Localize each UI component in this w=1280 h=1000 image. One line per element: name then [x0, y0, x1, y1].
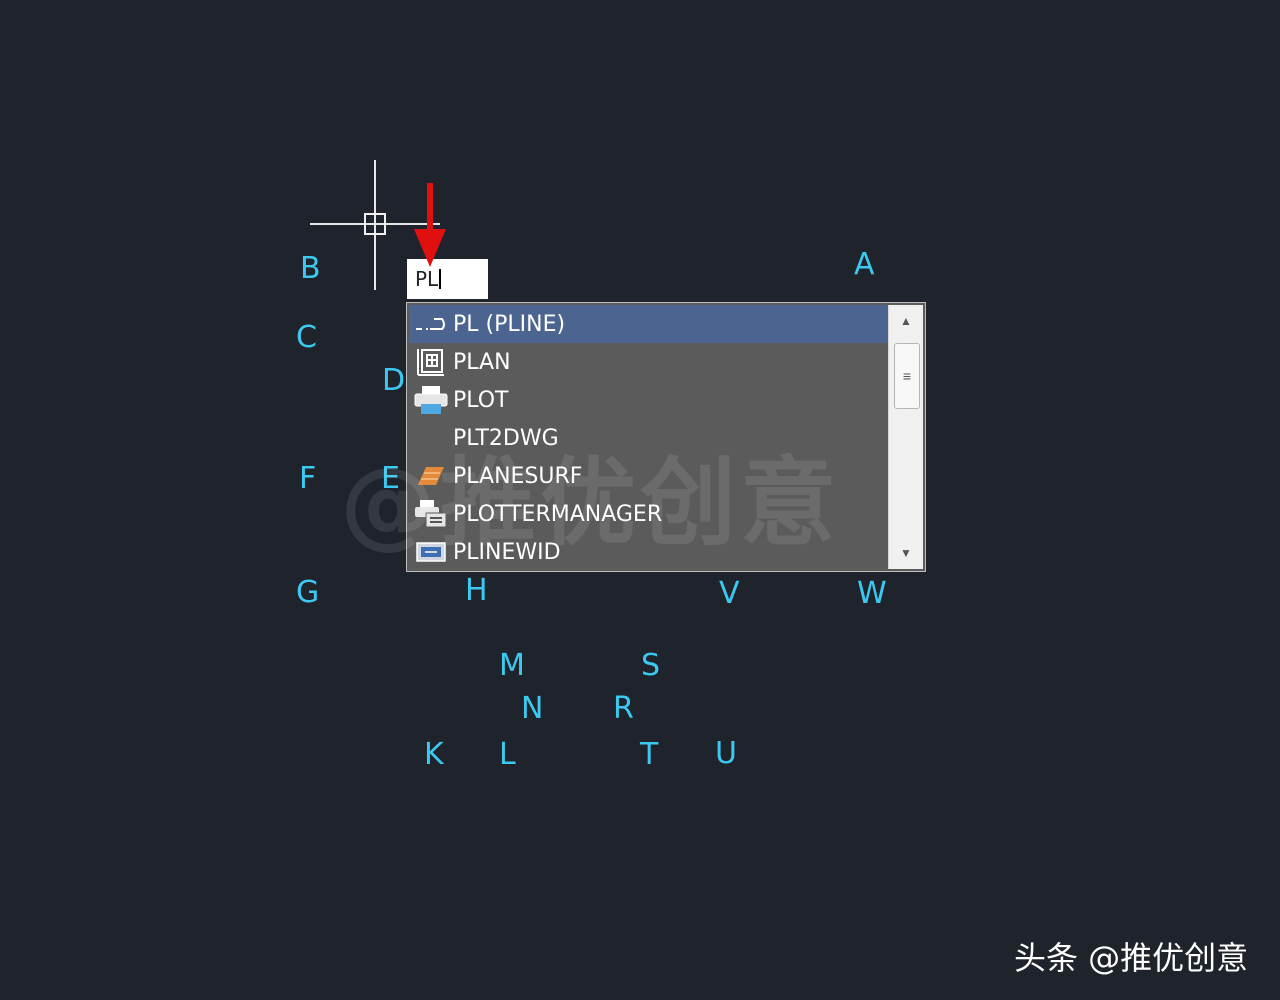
text-caret [439, 269, 442, 289]
autocomplete-item-pline[interactable]: PL (PLINE) [409, 305, 891, 343]
plotter-manager-icon [413, 499, 449, 529]
point-label-w: W [857, 576, 887, 611]
point-label-k: K [424, 737, 444, 772]
source-credit: 头条 @推优创意 [1014, 939, 1249, 977]
point-label-r: R [613, 691, 634, 726]
drawing-canvas[interactable]: A B C D E F G H K L M N R S T U V W PL P… [0, 0, 1280, 1000]
autocomplete-item-plot[interactable]: PLOT [409, 381, 891, 419]
autocomplete-item-label: PLAN [453, 349, 511, 375]
command-autocomplete-list[interactable]: PL (PLINE) PLAN PLOT PLT2DWG PLANESURF P… [406, 302, 926, 572]
polyline-icon [413, 309, 449, 339]
autocomplete-item-plottermanager[interactable]: PLOTTERMANAGER [409, 495, 891, 533]
scroll-up-arrow-icon[interactable]: ▲ [889, 307, 923, 335]
printer-icon [413, 385, 449, 415]
point-label-h: H [465, 573, 488, 608]
point-label-u: U [715, 736, 737, 771]
scroll-thumb[interactable]: ≡ [894, 343, 920, 409]
point-label-e: E [381, 461, 400, 496]
autocomplete-item-planesurf[interactable]: PLANESURF [409, 457, 891, 495]
point-label-v: V [719, 576, 740, 611]
point-label-b: B [300, 251, 321, 286]
point-label-s: S [641, 648, 661, 683]
plan-view-icon [413, 347, 449, 377]
autocomplete-scrollbar[interactable]: ▲ ≡ ▼ [888, 305, 923, 569]
autocomplete-item-label: PL (PLINE) [453, 311, 566, 337]
autocomplete-item-plan[interactable]: PLAN [409, 343, 891, 381]
point-label-m: M [499, 648, 525, 683]
autocomplete-item-label: PLANESURF [453, 463, 583, 489]
point-label-f: F [299, 461, 317, 496]
pline-width-icon [413, 537, 449, 567]
planar-surface-icon [413, 461, 449, 491]
autocomplete-item-label: PLT2DWG [453, 425, 559, 451]
autocomplete-item-label: PLINEWID [453, 539, 561, 565]
autocomplete-item-label: PLOT [453, 387, 509, 413]
point-label-n: N [521, 691, 544, 726]
point-label-l: L [499, 737, 516, 772]
point-label-t: T [640, 737, 659, 772]
point-label-d: D [382, 363, 406, 398]
red-arrow-icon [414, 183, 446, 267]
autocomplete-item-plinewid[interactable]: PLINEWID [409, 533, 891, 571]
autocomplete-item-plt2dwg[interactable]: PLT2DWG [409, 419, 891, 457]
command-input-text: PL [415, 267, 439, 291]
autocomplete-item-label: PLOTTERMANAGER [453, 501, 663, 527]
pickbox-cursor-icon [364, 213, 386, 235]
point-label-c: C [296, 320, 317, 355]
point-label-a: A [854, 247, 875, 282]
point-label-g: G [296, 575, 320, 610]
scroll-down-arrow-icon[interactable]: ▼ [889, 539, 923, 567]
